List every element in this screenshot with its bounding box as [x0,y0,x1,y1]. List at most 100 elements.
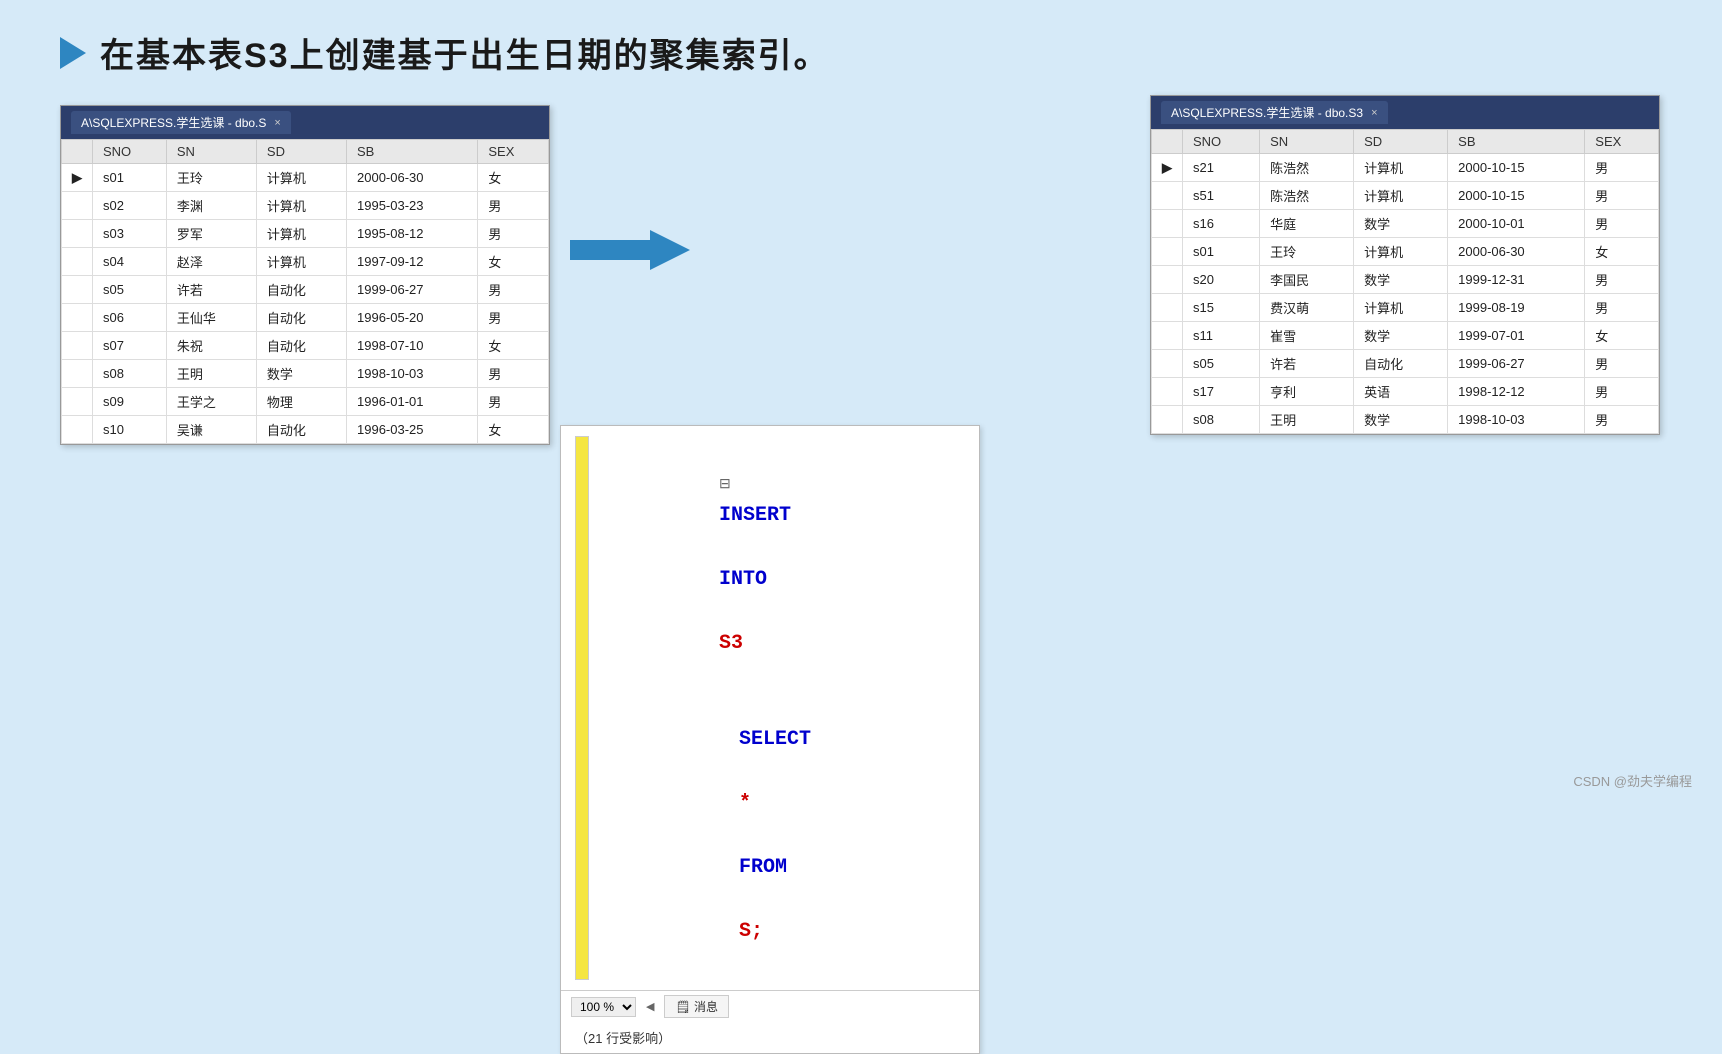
sql-minus-icon: ⊟ [719,477,731,493]
left-table-row: s04 赵泽 计算机 1997-09-12 女 [62,248,549,276]
right-table-row: s11 崔雪 数学 1999-07-01 女 [1152,322,1659,350]
cell-sd: 数学 [256,360,346,388]
cell-sd: 计算机 [1354,182,1448,210]
cell-sb: 1998-10-03 [1448,406,1585,434]
cell-sn: 费汉萌 [1260,294,1354,322]
row-indicator [1152,406,1183,434]
zoom-select[interactable]: 100 % [571,997,636,1017]
left-panel-tab[interactable]: A\SQLEXPRESS.学生选课 - dbo.S × [71,111,291,134]
sql-s-name: S; [739,920,763,943]
cell-sb: 1996-03-25 [347,416,478,444]
cell-sex: 女 [1585,322,1659,350]
left-col-indicator [62,140,93,164]
cell-sn: 王明 [166,360,256,388]
row-indicator [1152,378,1183,406]
cell-sd: 物理 [256,388,346,416]
message-area: （21 行受影响） [561,1022,979,1053]
row-indicator [1152,350,1183,378]
cell-sb: 1997-09-12 [347,248,478,276]
cell-sex: 男 [1585,350,1659,378]
cell-sb: 1999-06-27 [1448,350,1585,378]
csdn-watermark: CSDN @劲夫学编程 [1573,771,1692,790]
cell-sb: 1999-08-19 [1448,294,1585,322]
row-indicator [62,220,93,248]
right-table-panel: A\SQLEXPRESS.学生选课 - dbo.S3 × SNO SN SD S… [1150,95,1660,435]
messages-tab[interactable]: 🗒 消息 [664,995,729,1018]
title-arrow-icon [60,37,86,69]
cell-sex: 男 [478,360,549,388]
left-table-header-row: SNO SN SD SB SEX [62,140,549,164]
cell-sd: 自动化 [256,332,346,360]
sql-space2 [739,824,763,847]
cell-sex: 男 [478,276,549,304]
cell-sn: 赵泽 [166,248,256,276]
cell-sd: 计算机 [256,164,346,192]
cell-sd: 自动化 [256,276,346,304]
cell-sb: 1999-12-31 [1448,266,1585,294]
cell-sn: 崔雪 [1260,322,1354,350]
sql-s3-name: S3 [719,632,743,655]
cell-sn: 王明 [1260,406,1354,434]
message-text: （21 行受影响） [575,1031,671,1046]
left-panel-title: A\SQLEXPRESS.学生选课 - dbo.S [81,114,266,131]
cell-sno: s09 [93,388,167,416]
cell-sex: 男 [1585,154,1659,182]
right-data-table: SNO SN SD SB SEX ▶ s21 陈浩然 计算机 2000-10-1… [1151,129,1659,434]
right-panel-title: A\SQLEXPRESS.学生选课 - dbo.S3 [1171,104,1363,121]
cell-sn: 许若 [1260,350,1354,378]
cell-sex: 男 [478,220,549,248]
page-title: 在基本表S3上创建基于出生日期的聚集索引。 [100,28,830,77]
cell-sex: 女 [478,248,549,276]
row-indicator [1152,266,1183,294]
left-col-sb: SB [347,140,478,164]
sql-code-lines: ⊟ INSERT INTO S3 SELECT * FROM S; [599,436,811,980]
cell-sno: s06 [93,304,167,332]
right-table-row: s16 华庭 数学 2000-10-01 男 [1152,210,1659,238]
sql-insert-kw: INSERT [719,504,791,527]
cell-sno: s05 [93,276,167,304]
right-col-sno: SNO [1183,130,1260,154]
sql-select-kw: SELECT [739,728,811,751]
cell-sn: 陈浩然 [1260,154,1354,182]
left-table-row: s10 吴谦 自动化 1996-03-25 女 [62,416,549,444]
left-col-sno: SNO [93,140,167,164]
cell-sex: 男 [1585,210,1659,238]
right-panel-header: A\SQLEXPRESS.学生选课 - dbo.S3 × [1151,96,1659,129]
cell-sno: s04 [93,248,167,276]
row-indicator [62,304,93,332]
left-panel-close[interactable]: × [274,117,280,129]
right-col-sb: SB [1448,130,1585,154]
row-indicator [62,192,93,220]
cell-sno: s17 [1183,378,1260,406]
cell-sd: 英语 [1354,378,1448,406]
cell-sb: 2000-10-15 [1448,154,1585,182]
cell-sno: s05 [1183,350,1260,378]
left-panel-header: A\SQLEXPRESS.学生选课 - dbo.S × [61,106,549,139]
right-table-row: s20 李国民 数学 1999-12-31 男 [1152,266,1659,294]
left-table-row: s06 王仙华 自动化 1996-05-20 男 [62,304,549,332]
cell-sd: 计算机 [256,248,346,276]
cell-sb: 1996-01-01 [347,388,478,416]
cell-sb: 1998-12-12 [1448,378,1585,406]
right-panel-close[interactable]: × [1371,107,1377,119]
cell-sn: 吴谦 [166,416,256,444]
cell-sno: s02 [93,192,167,220]
cell-sb: 1998-10-03 [347,360,478,388]
right-table-row: s08 王明 数学 1998-10-03 男 [1152,406,1659,434]
row-indicator [1152,182,1183,210]
cell-sd: 数学 [1354,210,1448,238]
cell-sd: 数学 [1354,266,1448,294]
scroll-left-icon[interactable]: ◀ [646,1000,654,1013]
cell-sn: 王玲 [1260,238,1354,266]
row-indicator [1152,294,1183,322]
cell-sno: s01 [1183,238,1260,266]
cell-sno: s11 [1183,322,1260,350]
right-col-sd: SD [1354,130,1448,154]
cell-sb: 2000-10-15 [1448,182,1585,210]
row-indicator [62,332,93,360]
cell-sd: 计算机 [1354,154,1448,182]
right-panel-tab[interactable]: A\SQLEXPRESS.学生选课 - dbo.S3 × [1161,101,1388,124]
sql-space3 [739,888,763,911]
row-indicator [62,388,93,416]
left-table-row: s07 朱祝 自动化 1998-07-10 女 [62,332,549,360]
